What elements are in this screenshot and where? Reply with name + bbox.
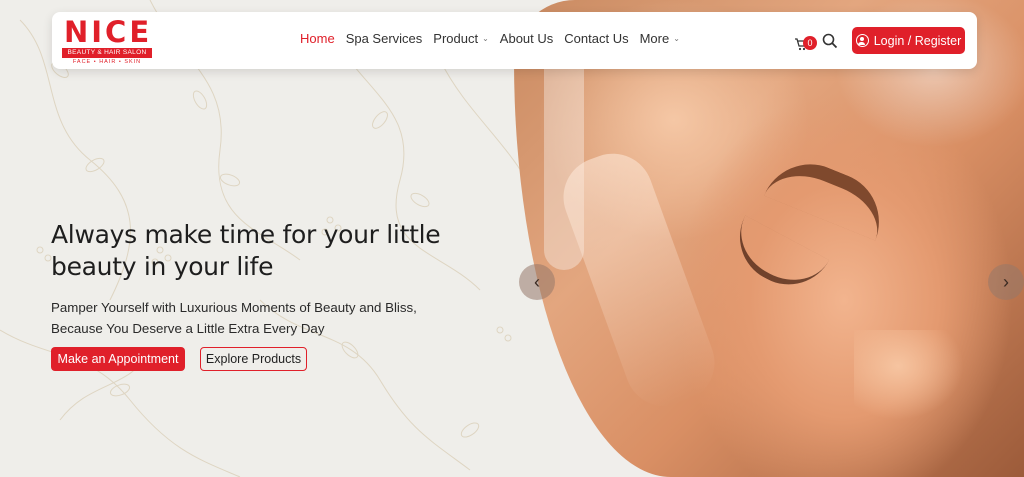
make-appointment-button[interactable]: Make an Appointment	[51, 347, 185, 371]
search-button[interactable]	[822, 33, 840, 51]
carousel-next-button[interactable]: ›	[988, 264, 1024, 300]
hero-headline: Always make time for your little beauty …	[51, 220, 441, 281]
chevron-left-icon: ‹	[534, 271, 540, 292]
nav-item-spa-services[interactable]: Spa Services	[346, 31, 423, 46]
nav-item-more[interactable]: More ⌄	[640, 31, 680, 46]
cart-button[interactable]: 0	[794, 34, 817, 52]
chevron-right-icon: ›	[1003, 271, 1009, 292]
carousel-prev-button[interactable]: ‹	[519, 264, 555, 300]
nav-item-about-us[interactable]: About Us	[500, 31, 553, 46]
chevron-down-icon: ⌄	[482, 34, 489, 43]
logo[interactable]: NICE BEAUTY & HAIR SALON FACE • HAIR • S…	[62, 15, 153, 65]
nav-item-contact-us[interactable]: Contact Us	[564, 31, 628, 46]
hero-subtext: Pamper Yourself with Luxurious Moments o…	[51, 300, 417, 336]
user-icon	[855, 34, 869, 47]
nav-item-home[interactable]: Home	[300, 31, 335, 46]
search-icon	[822, 33, 838, 49]
logo-tagline: BEAUTY & HAIR SALON	[62, 48, 152, 58]
login-label: Login / Register	[873, 33, 962, 48]
explore-products-button[interactable]: Explore Products	[200, 347, 307, 371]
hero-image	[514, 0, 1024, 477]
logo-subline: FACE • HAIR • SKIN	[72, 59, 142, 65]
logo-mark: NICE	[64, 15, 153, 49]
site-header: NICE BEAUTY & HAIR SALON FACE • HAIR • S…	[52, 12, 977, 69]
login-register-button[interactable]: Login / Register	[852, 27, 965, 54]
chevron-down-icon: ⌄	[673, 34, 680, 43]
nav-item-product[interactable]: Product ⌄	[433, 31, 489, 46]
cart-count-badge: 0	[803, 36, 817, 50]
main-nav: Home Spa Services Product ⌄ About Us Con…	[300, 31, 691, 46]
